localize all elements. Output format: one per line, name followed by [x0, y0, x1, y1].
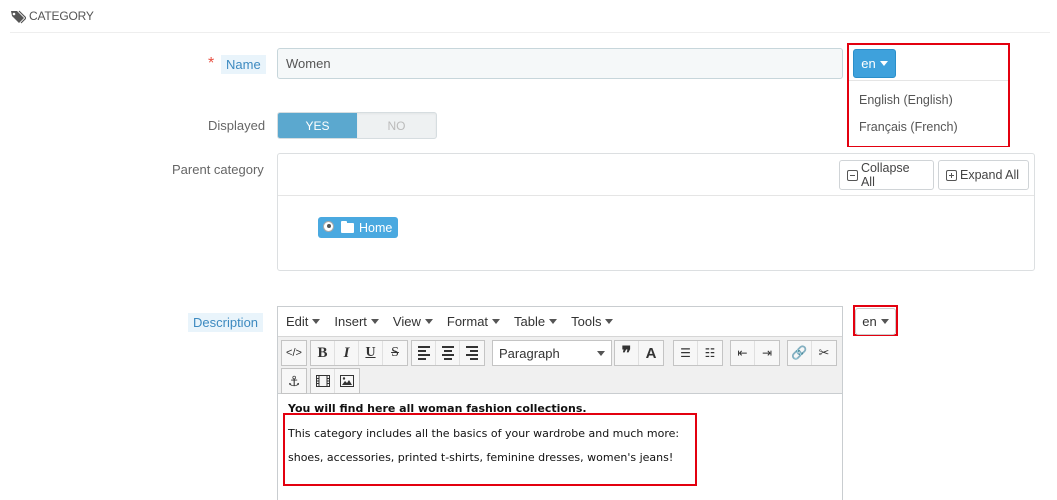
menu-format[interactable]: Format — [447, 314, 501, 329]
caret-down-icon — [370, 319, 379, 324]
caret-down-icon — [549, 319, 558, 324]
align-group — [411, 340, 485, 366]
strikethrough-icon[interactable]: S — [383, 341, 407, 365]
expand-all-label: Expand All — [960, 168, 1020, 182]
caret-down-icon — [492, 319, 501, 324]
tree-toolbar: Collapse All Expand All — [278, 154, 1034, 196]
menu-tools[interactable]: Tools — [571, 314, 614, 329]
bold-icon[interactable]: B — [311, 341, 335, 365]
menu-view[interactable]: View — [393, 314, 433, 329]
align-left-icon[interactable] — [412, 341, 436, 365]
caret-down-icon — [424, 319, 433, 324]
editor-menubar: Edit Insert View Format Table Tools — [278, 307, 842, 336]
language-menu: English (English) Français (French) — [849, 80, 1008, 146]
name-language-button[interactable]: en — [853, 49, 896, 78]
caret-down-icon — [880, 319, 889, 324]
blockquote-icon[interactable]: ❞ — [615, 341, 639, 365]
link-icon[interactable]: 🔗 — [788, 341, 812, 365]
align-center-icon[interactable] — [436, 341, 460, 365]
language-option-french[interactable]: Français (French) — [859, 120, 958, 134]
menu-table[interactable]: Table — [514, 314, 558, 329]
tags-icon — [11, 10, 26, 24]
anchor-group: ⚓ — [281, 368, 307, 394]
displayed-label: Displayed — [208, 118, 266, 133]
displayed-toggle[interactable]: YES NO — [277, 112, 437, 139]
source-code-icon[interactable]: </> — [282, 341, 306, 365]
collapse-all-button[interactable]: Collapse All — [839, 160, 934, 190]
name-input[interactable]: Women — [277, 48, 843, 79]
language-code: en — [861, 56, 876, 71]
anchor-icon[interactable]: ⚓ — [282, 369, 306, 393]
link-group: 🔗 ✂ — [787, 340, 837, 366]
format-select-value: Paragraph — [499, 345, 560, 361]
source-group: </> — [281, 340, 307, 366]
name-label: Name — [221, 55, 266, 74]
menu-insert[interactable]: Insert — [334, 314, 379, 329]
format-group: B I U S — [310, 340, 408, 366]
indent-group: ⇤ ⇥ — [730, 340, 780, 366]
description-label: Description — [188, 313, 264, 332]
section-heading: CATEGORY — [10, 8, 1050, 33]
category-tree: Collapse All Expand All — [277, 153, 1035, 271]
collapse-all-label: Collapse All — [860, 161, 910, 189]
quote-group: ❞ A — [614, 340, 664, 366]
expand-all-button[interactable]: Expand All — [938, 160, 1029, 190]
caret-down-icon — [605, 319, 614, 324]
italic-icon[interactable]: I — [335, 341, 359, 365]
editor-toolbar: </> B I U S Paragraph ❞ A ☰ ☷ ⇤ ⇥ 🔗 ✂ ⚓ — [278, 336, 842, 394]
tree-node-home[interactable]: Home — [318, 217, 398, 238]
section-title: CATEGORY — [29, 9, 94, 23]
list-group: ☰ ☷ — [673, 340, 723, 366]
caret-down-icon — [597, 350, 605, 356]
underline-icon[interactable]: U — [359, 341, 383, 365]
numbered-list-icon[interactable]: ☷ — [698, 341, 722, 365]
unlink-icon[interactable]: ✂ — [812, 341, 836, 365]
required-asterisk: * — [208, 55, 215, 72]
outdent-icon[interactable]: ⇤ — [731, 341, 755, 365]
parent-category-label: Parent category — [172, 162, 264, 177]
displayed-yes[interactable]: YES — [278, 113, 357, 138]
bullet-list-icon[interactable]: ☰ — [674, 341, 698, 365]
language-option-english[interactable]: English (English) — [859, 93, 953, 107]
radio-selected-icon[interactable] — [323, 220, 334, 232]
displayed-no[interactable]: NO — [357, 113, 436, 138]
image-icon[interactable] — [335, 369, 359, 393]
folder-icon — [341, 220, 354, 233]
language-code: en — [862, 314, 877, 329]
align-right-icon[interactable] — [460, 341, 484, 365]
tree-node-label: Home — [359, 220, 393, 235]
caret-down-icon — [879, 61, 888, 66]
media-group — [310, 368, 360, 394]
description-language-button[interactable]: en — [855, 308, 896, 335]
text-color-icon[interactable]: A — [639, 341, 663, 365]
video-icon[interactable] — [311, 369, 335, 393]
description-text-highlight — [283, 413, 697, 486]
menu-edit[interactable]: Edit — [286, 314, 321, 329]
collapse-icon — [847, 169, 858, 181]
caret-down-icon — [312, 319, 321, 324]
expand-icon — [946, 169, 957, 181]
indent-icon[interactable]: ⇥ — [755, 341, 779, 365]
format-select[interactable]: Paragraph — [492, 340, 612, 366]
